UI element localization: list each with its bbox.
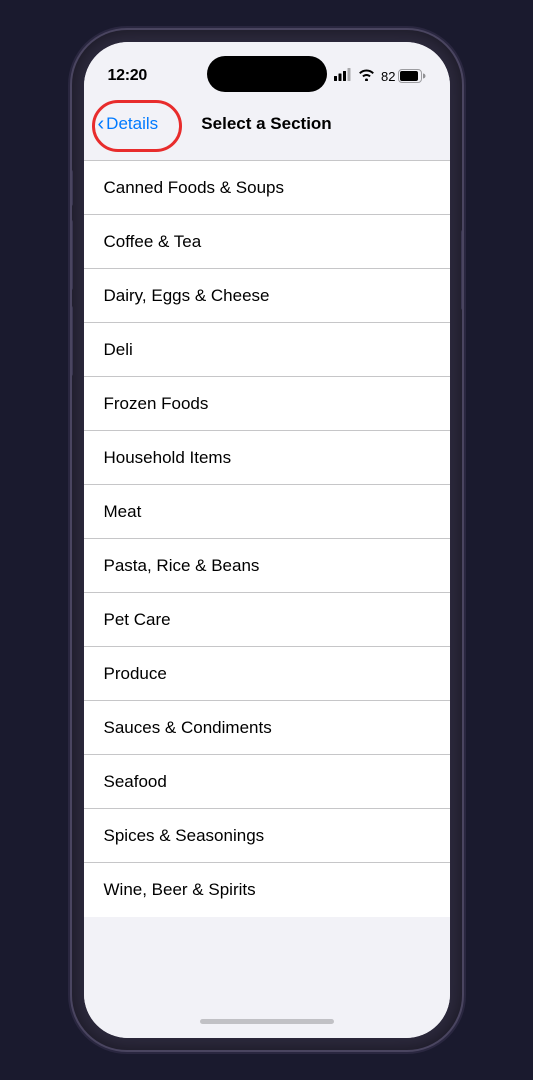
list-item-pasta[interactable]: Pasta, Rice & Beans bbox=[84, 539, 450, 593]
volume-down-button[interactable] bbox=[72, 306, 73, 376]
list-item-label-coffee-tea: Coffee & Tea bbox=[104, 232, 202, 252]
nav-header: ‹ Details Select a Section bbox=[84, 96, 450, 152]
list-item-pet-care[interactable]: Pet Care bbox=[84, 593, 450, 647]
list-item-label-seafood: Seafood bbox=[104, 772, 167, 792]
battery-level: 82 bbox=[381, 69, 395, 84]
list-item-label-pet-care: Pet Care bbox=[104, 610, 171, 630]
dynamic-island bbox=[207, 56, 327, 92]
status-icons: 🔕 82 bbox=[312, 68, 426, 84]
wifi-icon bbox=[358, 68, 375, 84]
back-button[interactable]: ‹ Details bbox=[98, 114, 159, 134]
list-item-label-sauces: Sauces & Condiments bbox=[104, 718, 272, 738]
list-item-label-canned-foods: Canned Foods & Soups bbox=[104, 178, 285, 198]
list-item-wine[interactable]: Wine, Beer & Spirits bbox=[84, 863, 450, 917]
list-item-seafood[interactable]: Seafood bbox=[84, 755, 450, 809]
nav-title: Select a Section bbox=[201, 114, 331, 134]
list-item-spices[interactable]: Spices & Seasonings bbox=[84, 809, 450, 863]
list-item-sauces[interactable]: Sauces & Condiments bbox=[84, 701, 450, 755]
chevron-left-icon: ‹ bbox=[98, 114, 105, 134]
battery-icon: 82 bbox=[381, 69, 425, 84]
list-item-meat[interactable]: Meat bbox=[84, 485, 450, 539]
home-indicator bbox=[84, 1004, 450, 1038]
list-item-frozen-foods[interactable]: Frozen Foods bbox=[84, 377, 450, 431]
power-button[interactable] bbox=[461, 230, 462, 310]
list-item-label-produce: Produce bbox=[104, 664, 167, 684]
back-label[interactable]: Details bbox=[106, 114, 158, 134]
list-item-label-spices: Spices & Seasonings bbox=[104, 826, 265, 846]
phone-screen: 12:20 🔕 82 bbox=[84, 42, 450, 1038]
list-item-dairy[interactable]: Dairy, Eggs & Cheese bbox=[84, 269, 450, 323]
list-item-label-meat: Meat bbox=[104, 502, 142, 522]
list-item-deli[interactable]: Deli bbox=[84, 323, 450, 377]
home-bar bbox=[200, 1019, 334, 1024]
status-time: 12:20 bbox=[108, 67, 147, 85]
list-item-label-frozen-foods: Frozen Foods bbox=[104, 394, 209, 414]
mute-button[interactable] bbox=[72, 170, 73, 206]
list-item-label-pasta: Pasta, Rice & Beans bbox=[104, 556, 260, 576]
list-item-household[interactable]: Household Items bbox=[84, 431, 450, 485]
section-list: Canned Foods & Soups Coffee & Tea Dairy, E… bbox=[84, 160, 450, 917]
phone-frame: 12:20 🔕 82 bbox=[72, 30, 462, 1050]
list-item-produce[interactable]: Produce bbox=[84, 647, 450, 701]
list-item-label-dairy: Dairy, Eggs & Cheese bbox=[104, 286, 270, 306]
list-item-label-deli: Deli bbox=[104, 340, 133, 360]
list-item-coffee-tea[interactable]: Coffee & Tea bbox=[84, 215, 450, 269]
section-list-container: Canned Foods & Soups Coffee & Tea Dairy, E… bbox=[84, 152, 450, 1004]
list-item-label-household: Household Items bbox=[104, 448, 232, 468]
list-item-canned-foods[interactable]: Canned Foods & Soups bbox=[84, 161, 450, 215]
list-item-label-wine: Wine, Beer & Spirits bbox=[104, 880, 256, 900]
volume-up-button[interactable] bbox=[72, 220, 73, 290]
signal-icon bbox=[334, 68, 352, 84]
